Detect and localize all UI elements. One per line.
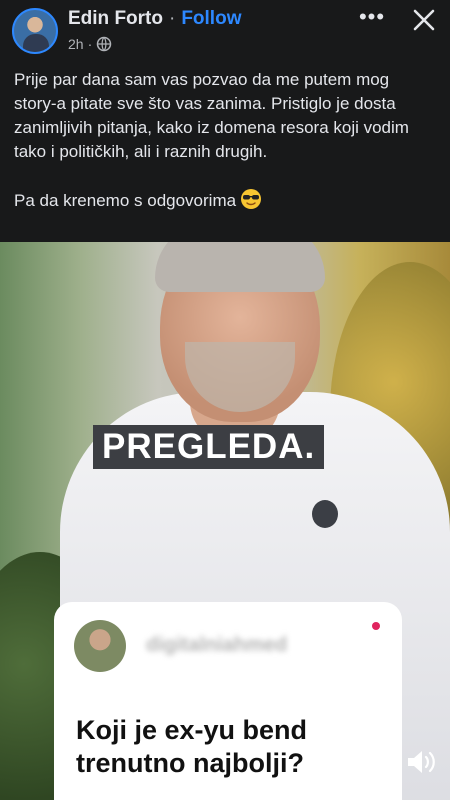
- question-username: digitalniahmed: [146, 634, 288, 656]
- more-options-icon[interactable]: •••: [358, 6, 386, 34]
- post-time[interactable]: 2h: [68, 36, 84, 52]
- question-card: digitalniahmed Koji je ex-yu bend trenut…: [54, 602, 402, 800]
- follow-button[interactable]: Follow: [181, 8, 241, 30]
- sunglasses-emoji-icon: [241, 189, 262, 209]
- separator-dot: ·: [168, 8, 176, 29]
- red-dot-indicator: [372, 622, 380, 630]
- post-header: Edin Forto · Follow 2h · •••: [0, 0, 450, 60]
- question-user-avatar: [74, 620, 126, 672]
- speaker-hair: [155, 242, 325, 292]
- volume-icon[interactable]: [405, 748, 437, 776]
- globe-icon: [97, 36, 112, 52]
- author-avatar[interactable]: [12, 8, 58, 54]
- lapel-mic: [312, 500, 338, 528]
- post-text: Prije par dana sam vas pozvao da me pute…: [14, 70, 409, 210]
- video-player[interactable]: PREGLEDA. digitalniahmed Koji je ex-yu b…: [0, 242, 450, 800]
- post-meta: 2h ·: [68, 36, 112, 52]
- question-text: Koji je ex-yu bend trenutno najbolji?: [76, 715, 308, 778]
- author-name[interactable]: Edin Forto: [68, 8, 163, 30]
- meta-separator: ·: [87, 36, 93, 52]
- close-icon[interactable]: [410, 6, 438, 34]
- post-body: Prije par dana sam vas pozvao da me pute…: [14, 68, 436, 213]
- video-caption: PREGLEDA.: [93, 425, 325, 469]
- author-row: Edin Forto · Follow: [68, 8, 241, 30]
